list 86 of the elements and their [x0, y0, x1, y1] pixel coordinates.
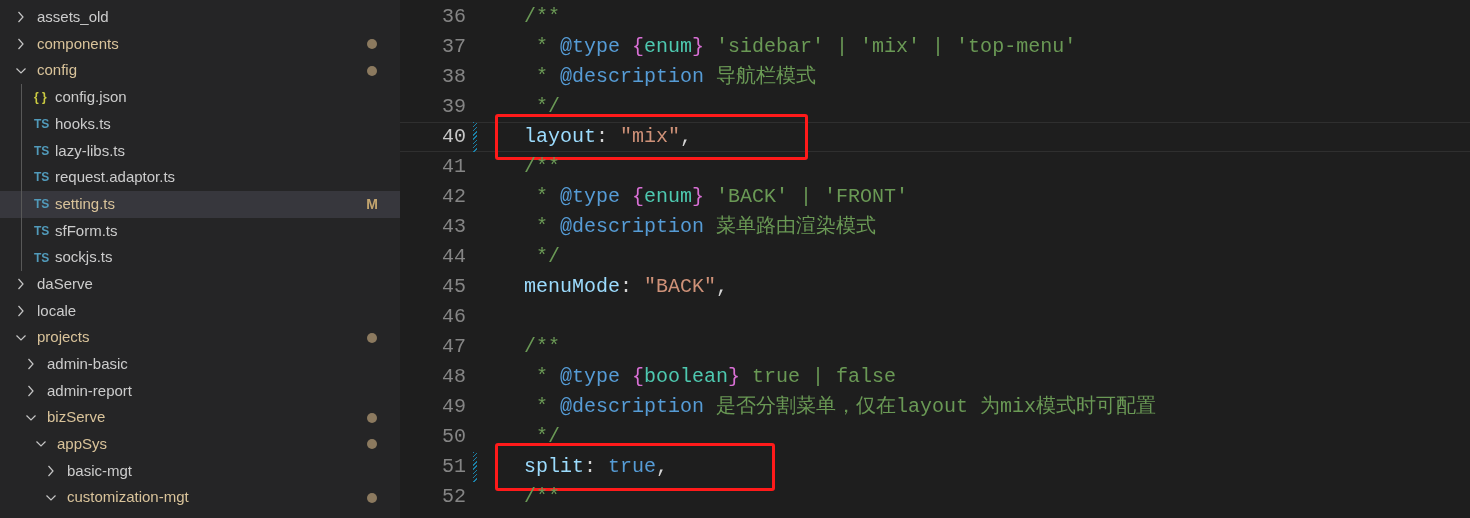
- typescript-file-icon: TS: [34, 168, 54, 187]
- folder-row[interactable]: assets_old: [0, 4, 400, 31]
- chevron-right-icon[interactable]: [46, 464, 56, 479]
- folder-row[interactable]: basic-mgt: [0, 457, 400, 485]
- file-row[interactable]: TS request.adaptor.ts: [0, 164, 400, 191]
- code-line: /**: [524, 334, 560, 360]
- code-line: * @type {enum} 'sidebar' | 'mix' | 'top-menu': [536, 34, 1077, 60]
- folder-name: appSys: [57, 434, 108, 455]
- file-row[interactable]: TS lazy-libs.ts: [0, 137, 400, 165]
- folder-row[interactable]: admin-basic: [0, 350, 400, 378]
- folder-name: locale: [37, 300, 77, 321]
- code-line: */: [536, 244, 560, 270]
- file-row[interactable]: TS sfForm.ts: [0, 217, 400, 245]
- line-number: 37: [441, 34, 466, 60]
- line-number: 38: [441, 64, 466, 90]
- folder-row[interactable]: appSys: [0, 431, 400, 458]
- folder-name: bizServe: [47, 407, 106, 428]
- folder-name: config: [37, 60, 78, 81]
- code-line: menuMode: "BACK",: [524, 274, 729, 300]
- file-name: config.json: [55, 87, 127, 108]
- file-name: hooks.ts: [55, 113, 111, 134]
- code-line: /**: [524, 154, 560, 180]
- code-line: * @type {boolean} true | false: [536, 364, 897, 390]
- line-number: 42: [441, 184, 466, 210]
- file-row[interactable]: TS setting.ts M: [0, 190, 400, 218]
- code-line: */: [536, 94, 560, 120]
- chevron-right-icon[interactable]: [16, 10, 26, 25]
- code-line: */: [536, 424, 560, 450]
- folder-row[interactable]: bizServe: [0, 404, 400, 431]
- code-line: /**: [524, 484, 560, 510]
- line-number: 52: [441, 484, 466, 510]
- line-number: 39: [441, 94, 466, 120]
- folder-row[interactable]: daServe: [0, 270, 400, 298]
- code-line: * @description 菜单路由渲染模式: [536, 214, 877, 240]
- file-name: request.adaptor.ts: [55, 167, 176, 188]
- file-name: sockjs.ts: [55, 247, 113, 268]
- folder-name: components: [37, 33, 119, 54]
- file-row[interactable]: TS hooks.ts: [0, 110, 400, 138]
- line-number: 44: [441, 244, 466, 270]
- line-number: 43: [441, 214, 466, 240]
- typescript-file-icon: TS: [34, 221, 54, 240]
- file-row[interactable]: { } config.json: [0, 84, 400, 111]
- folder-row[interactable]: admin-report: [0, 377, 400, 405]
- folder-name: daServe: [37, 273, 93, 294]
- folder-name: admin-basic: [47, 354, 128, 375]
- code-line: /**: [524, 4, 560, 30]
- line-number: 36: [441, 4, 466, 30]
- chevron-right-icon[interactable]: [16, 303, 26, 318]
- chevron-right-icon[interactable]: [26, 357, 36, 372]
- file-row[interactable]: TS sockjs.ts: [0, 244, 400, 271]
- chevron-right-icon[interactable]: [26, 383, 36, 398]
- code-line: split: true,: [524, 454, 669, 480]
- json-file-icon: { }: [34, 88, 54, 107]
- line-number: 41: [441, 154, 466, 180]
- typescript-file-icon: TS: [34, 141, 54, 160]
- code-line: * @description 是否分割菜单，仅在layout 为mix模式时可配置: [536, 394, 1157, 420]
- code-line: * @description 导航栏模式: [536, 64, 817, 90]
- folder-row[interactable]: config: [0, 57, 400, 85]
- git-status-label: M: [366, 194, 378, 214]
- folder-name: customization-mgt: [67, 487, 189, 508]
- file-name: lazy-libs.ts: [55, 140, 125, 161]
- typescript-file-icon: TS: [34, 195, 54, 214]
- folder-name: projects: [37, 327, 90, 348]
- typescript-file-icon: TS: [34, 248, 54, 267]
- code-line: layout: "mix",: [524, 124, 693, 150]
- folder-row[interactable]: components: [0, 30, 400, 58]
- line-number: 49: [441, 394, 466, 420]
- line-number: 40: [441, 124, 466, 150]
- code-line: * @type {enum} 'BACK' | 'FRONT': [536, 184, 909, 210]
- line-number: 46: [441, 304, 466, 330]
- folder-row[interactable]: customization-mgt: [0, 484, 400, 512]
- folder-name: assets_old: [37, 7, 109, 28]
- typescript-file-icon: TS: [34, 115, 54, 134]
- chevron-right-icon[interactable]: [16, 277, 26, 292]
- folder-name: basic-mgt: [67, 460, 133, 481]
- folder-row[interactable]: locale: [0, 297, 400, 325]
- line-number: 48: [441, 364, 466, 390]
- file-name: sfForm.ts: [55, 220, 118, 241]
- folder-name: admin-report: [47, 380, 133, 401]
- line-number: 50: [441, 424, 466, 450]
- file-name: setting.ts: [55, 193, 116, 214]
- line-number: 47: [441, 334, 466, 360]
- line-number: 45: [441, 274, 466, 300]
- line-number: 51: [441, 454, 466, 480]
- chevron-right-icon[interactable]: [16, 37, 26, 52]
- folder-row[interactable]: projects: [0, 324, 400, 351]
